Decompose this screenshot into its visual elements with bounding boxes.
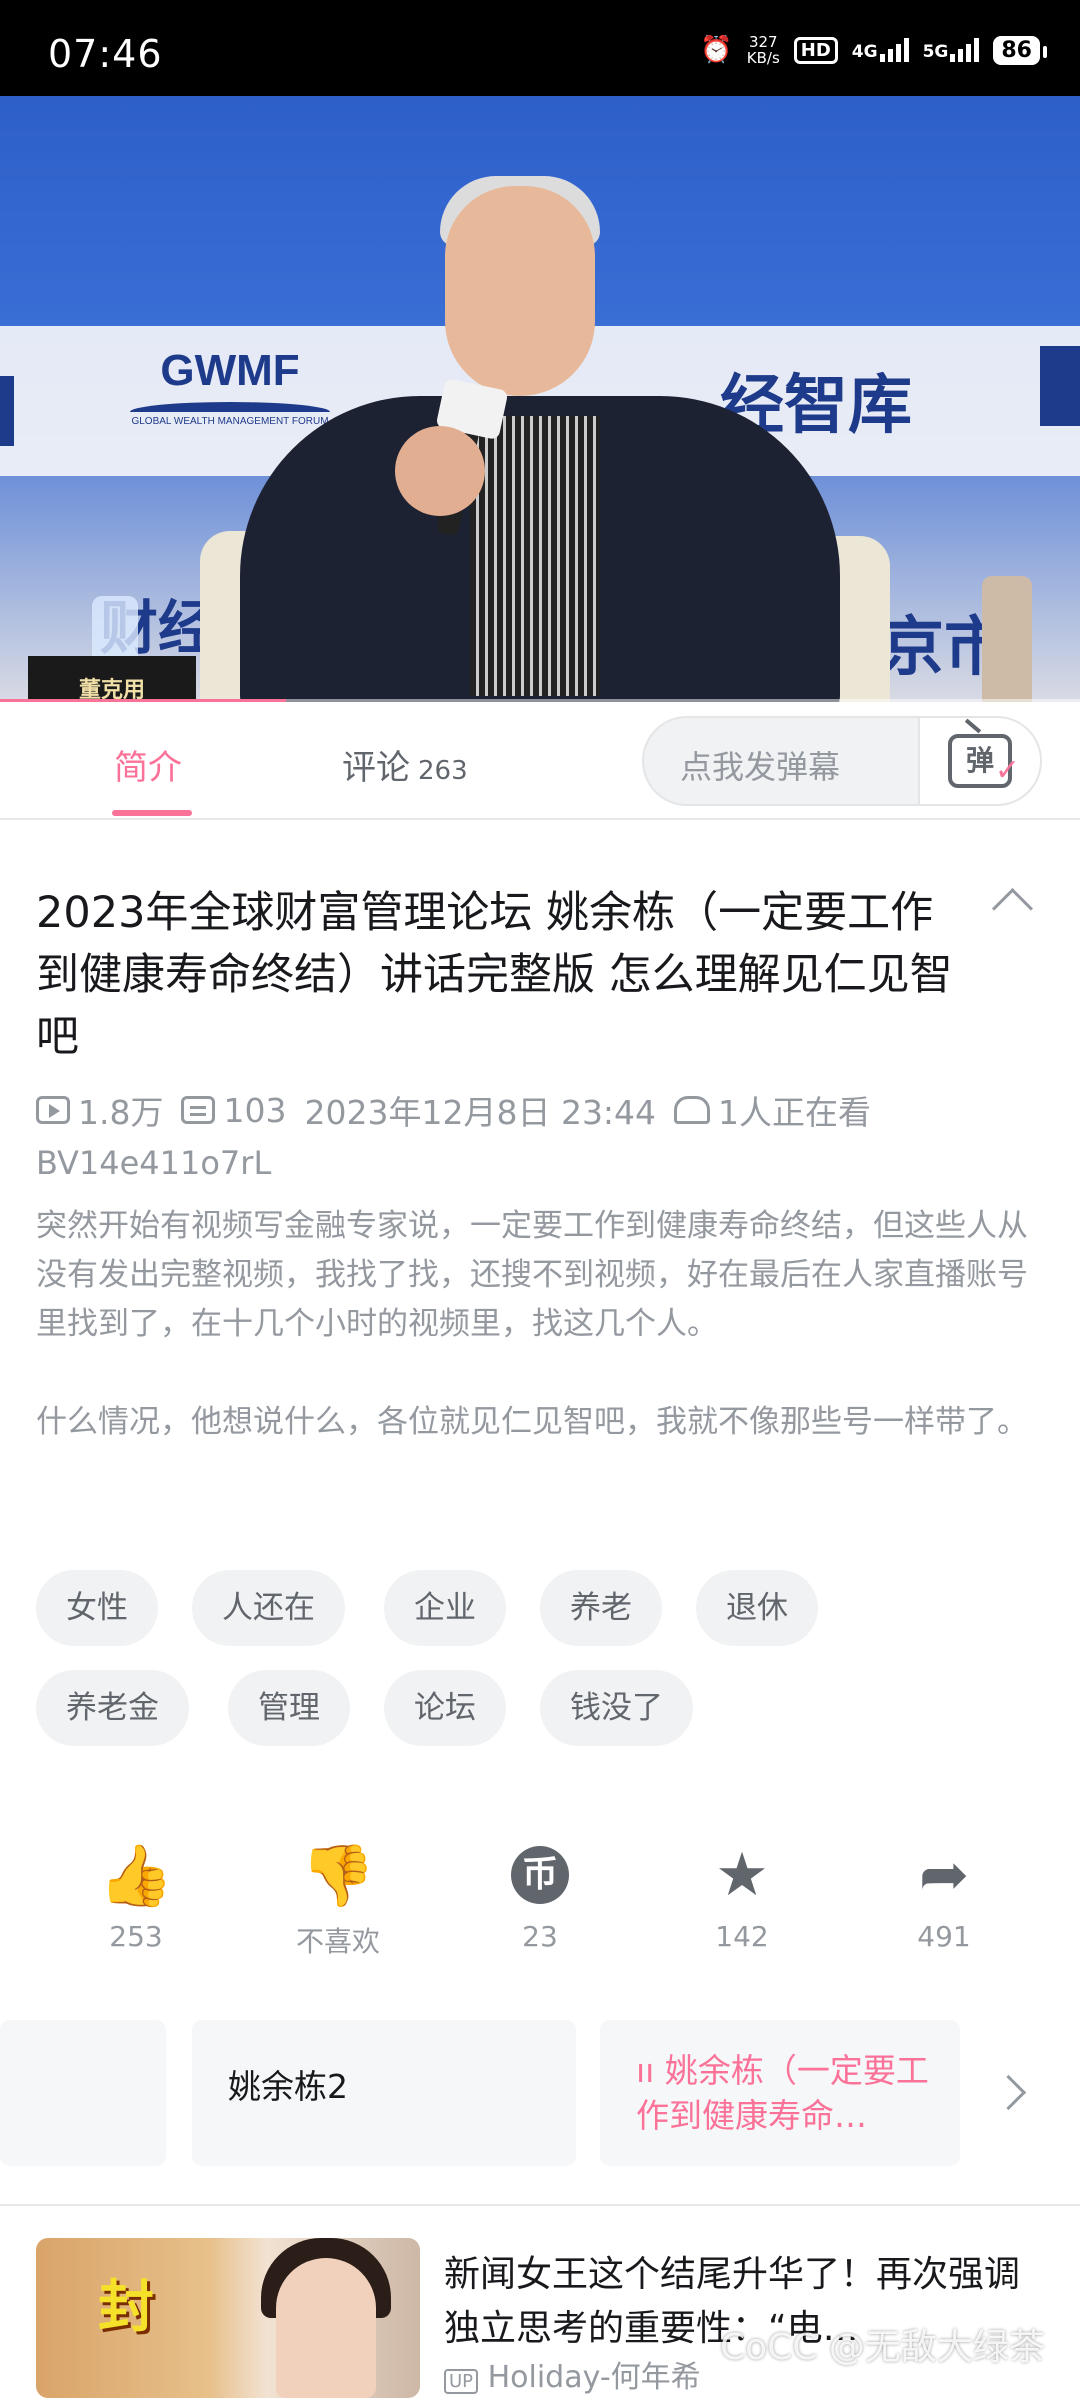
speaker-hand bbox=[395, 426, 485, 516]
share-count: 491 bbox=[917, 1920, 971, 1953]
status-time: 07:46 bbox=[48, 32, 163, 76]
episode-title-current: ıı 姚余栋（一定要工作到健康寿命… bbox=[636, 2048, 936, 2138]
tab-comments-count: 263 bbox=[418, 756, 468, 786]
danmaku-count: 103 bbox=[223, 1090, 287, 1130]
share-arrow-icon: ➦ bbox=[918, 1840, 970, 1910]
tag-chip[interactable]: 退休 bbox=[696, 1570, 818, 1646]
coin-button[interactable]: 币 23 bbox=[470, 1840, 610, 1953]
battery-icon: 86 bbox=[993, 35, 1047, 65]
tab-comments-label: 评论 bbox=[342, 748, 410, 788]
chevron-right-icon[interactable] bbox=[990, 2074, 1027, 2111]
thermos-bottle bbox=[982, 576, 1032, 702]
favorite-count: 142 bbox=[715, 1920, 769, 1953]
tag-chip[interactable]: 养老 bbox=[540, 1570, 662, 1646]
thumbnail-text: 封 bbox=[98, 2275, 154, 2340]
tag-chip[interactable]: 论坛 bbox=[384, 1670, 506, 1746]
tag-chip[interactable]: 管理 bbox=[228, 1670, 350, 1746]
network-speed: 327 KB/s bbox=[747, 34, 780, 66]
gwmf-logo: GWMF GLOBAL WEALTH MANAGEMENT FORUM bbox=[130, 346, 330, 427]
signal-4g-label: 4G bbox=[851, 42, 878, 62]
up-badge-icon: UP bbox=[444, 2369, 479, 2394]
episode-title: 姚余栋2 bbox=[228, 2067, 348, 2106]
coin-icon: 币 bbox=[511, 1846, 569, 1904]
tab-intro-indicator bbox=[112, 810, 192, 816]
signal-bars-icon bbox=[950, 38, 980, 62]
danmaku-input[interactable]: 点我发弹幕 bbox=[680, 742, 840, 788]
playing-indicator-icon: ıı bbox=[636, 2051, 655, 2090]
like-button[interactable]: 👍 253 bbox=[66, 1840, 206, 1954]
watching-people-icon bbox=[674, 1096, 711, 1124]
tag-chip[interactable]: 养老金 bbox=[36, 1670, 189, 1746]
backdrop-logo bbox=[0, 376, 14, 446]
collapse-chevron-up-icon[interactable] bbox=[991, 887, 1034, 930]
network-speed-unit: KB/s bbox=[746, 49, 780, 67]
backdrop-logo bbox=[1040, 346, 1080, 426]
tag-chip[interactable]: 人还在 bbox=[192, 1570, 345, 1646]
video-player[interactable]: GWMF GLOBAL WEALTH MANAGEMENT FORUM 经智库 … bbox=[0, 96, 1080, 702]
danmaku-count-icon bbox=[181, 1096, 216, 1124]
video-meta: 1.8万 103 2023年12月8日 23:44 1人正在看 bbox=[36, 1086, 889, 1134]
speaker-head bbox=[445, 186, 595, 396]
alarm-icon: ⏰ bbox=[700, 35, 733, 65]
episode-card[interactable] bbox=[0, 2020, 166, 2166]
star-icon: ★ bbox=[715, 1840, 769, 1910]
play-count-icon bbox=[36, 1096, 70, 1124]
recommended-thumbnail: 封 bbox=[36, 2238, 420, 2398]
watermark: CoCC @无敌大绿茶 bbox=[720, 2327, 1045, 2368]
tab-intro[interactable]: 简介 bbox=[114, 740, 182, 789]
episode-card-current[interactable]: ıı 姚余栋（一定要工作到健康寿命… bbox=[600, 2020, 960, 2166]
episode-current-label: 姚余栋（一定要工作到健康寿命… bbox=[636, 2051, 929, 2135]
status-icons: ⏰ 327 KB/s HD 4G 5G 86 bbox=[700, 30, 1047, 70]
episode-card[interactable]: 姚余栋2 bbox=[192, 2020, 576, 2166]
tab-bar: 简介 评论 263 点我发弹幕 弹 ✓ bbox=[0, 702, 1080, 820]
recommended-uploader: UP Holiday-何年希 bbox=[444, 2352, 701, 2396]
tag-chip[interactable]: 企业 bbox=[384, 1570, 506, 1646]
like-count: 253 bbox=[109, 1920, 163, 1953]
signal-4g: 4G bbox=[852, 38, 909, 62]
gwmf-logo-subtitle: GLOBAL WEALTH MANAGEMENT FORUM bbox=[130, 402, 330, 427]
bvid: BV14e411o7rL bbox=[36, 1144, 272, 1182]
danmaku-toggle-button[interactable]: 弹 ✓ bbox=[918, 718, 1040, 804]
speaker-shirt bbox=[470, 416, 600, 696]
thumbs-down-icon: 👎 bbox=[300, 1840, 376, 1911]
share-button[interactable]: ➦ 491 bbox=[874, 1840, 1014, 1953]
signal-5g-label: 5G bbox=[922, 42, 949, 62]
action-bar: 👍 253 👎 不喜欢 币 23 ★ 142 ➦ 491 bbox=[0, 1840, 1080, 1980]
status-bar: 07:46 ⏰ 327 KB/s HD 4G 5G 86 bbox=[0, 0, 1080, 96]
video-title: 2023年全球财富管理论坛 姚余栋（一定要工作到健康寿命终结）讲话完整版 怎么理… bbox=[36, 888, 953, 1062]
episode-list: 姚余栋2 ıı 姚余栋（一定要工作到健康寿命… bbox=[0, 2020, 1080, 2170]
thumbs-up-icon: 👍 bbox=[98, 1840, 174, 1911]
favorite-button[interactable]: ★ 142 bbox=[672, 1840, 812, 1953]
tag-chip[interactable]: 女性 bbox=[36, 1570, 158, 1646]
dislike-button[interactable]: 👎 不喜欢 bbox=[268, 1840, 408, 1960]
gwmf-logo-text: GWMF bbox=[160, 346, 300, 395]
view-count: 1.8万 bbox=[78, 1093, 164, 1132]
check-icon: ✓ bbox=[994, 753, 1020, 788]
publish-datetime: 2023年12月8日 23:44 bbox=[304, 1093, 657, 1132]
signal-bars-icon bbox=[879, 38, 909, 62]
thumbnail-face bbox=[276, 2258, 376, 2398]
signal-5g: 5G bbox=[923, 38, 980, 62]
speaker-nameplate: 董克用 bbox=[28, 656, 196, 702]
danmaku-box: 点我发弹幕 弹 ✓ bbox=[642, 716, 1042, 806]
hd-badge: HD bbox=[793, 36, 838, 64]
divider bbox=[0, 2204, 1080, 2206]
danmaku-tv-icon: 弹 ✓ bbox=[948, 734, 1020, 788]
video-description: 突然开始有视频写金融专家说，一定要工作到健康寿命终结，但这些人从没有发出完整视频… bbox=[36, 1208, 1028, 1440]
danmaku-icon-char: 弹 bbox=[965, 744, 994, 777]
tab-comments[interactable]: 评论 263 bbox=[342, 740, 468, 789]
dislike-label: 不喜欢 bbox=[295, 1925, 380, 1958]
coin-count: 23 bbox=[522, 1920, 558, 1953]
watching-count: 1人正在看 bbox=[718, 1093, 872, 1132]
uploader-name: Holiday-何年希 bbox=[487, 2360, 701, 2395]
tag-chip[interactable]: 钱没了 bbox=[540, 1670, 693, 1746]
